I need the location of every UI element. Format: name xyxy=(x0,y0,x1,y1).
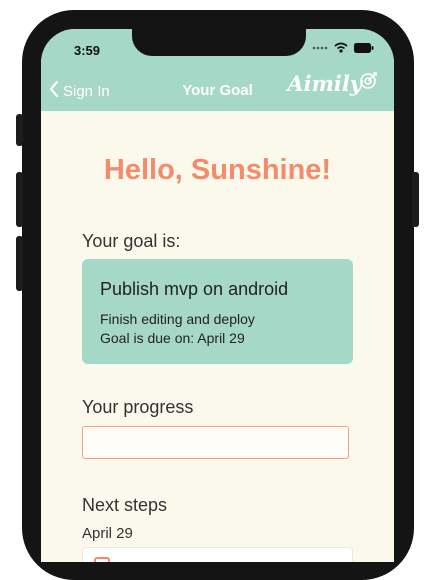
volume-up-button xyxy=(16,172,23,227)
goal-due-date: Goal is due on: April 29 xyxy=(100,330,245,346)
goal-description: Finish editing and deploy xyxy=(100,311,255,327)
power-button xyxy=(412,172,419,227)
battery-icon xyxy=(354,42,374,53)
target-arrow-icon xyxy=(360,71,378,96)
signal-dots-icon xyxy=(312,45,328,51)
volume-down-button xyxy=(16,236,23,291)
logo-text: Aimily xyxy=(287,71,362,96)
goal-title: Publish mvp on android xyxy=(100,279,289,299)
status-icons xyxy=(312,42,374,53)
navigation-bar: 3:59 Sign In Your Goal Aimily xyxy=(41,29,394,111)
mute-switch xyxy=(16,114,23,146)
goal-card[interactable]: Publish mvp on android Finish editing an… xyxy=(82,259,353,364)
app-logo: Aimily xyxy=(287,71,378,96)
greeting-heading: Hello, Sunshine! xyxy=(103,154,332,186)
step-checkbox[interactable] xyxy=(94,557,110,562)
progress-label: Your progress xyxy=(82,397,194,417)
app-screen: 3:59 Sign In Your Goal Aimily Hello, Sun… xyxy=(41,29,394,562)
status-time: 3:59 xyxy=(74,43,101,58)
device-notch xyxy=(132,29,306,56)
next-steps-label: Next steps xyxy=(82,495,168,515)
next-steps-date: April 29 xyxy=(82,525,133,542)
goal-section-label: Your goal is: xyxy=(82,231,181,251)
progress-input[interactable] xyxy=(82,426,349,459)
next-step-item[interactable] xyxy=(82,547,353,562)
wifi-icon xyxy=(334,42,348,53)
